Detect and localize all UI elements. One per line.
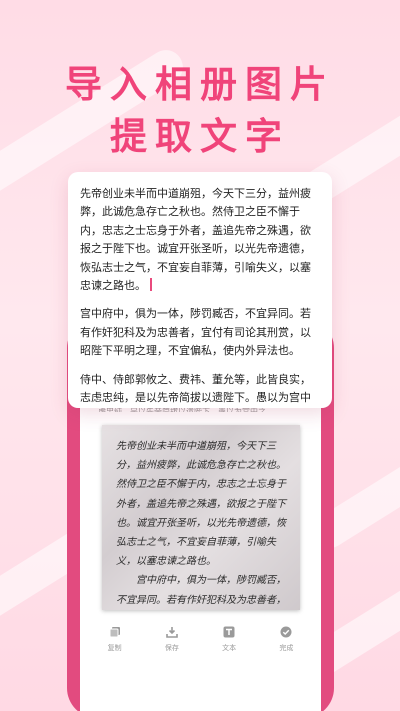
copy-icon — [108, 625, 122, 639]
text-icon — [222, 625, 236, 639]
done-button[interactable]: 完成 — [266, 625, 306, 653]
copy-label: 复制 — [107, 644, 122, 652]
result-paragraph: 先帝创业未半而中道崩殂，今天下三分，益州疲弊，此诚危急存亡之秋也。然侍卫之臣不懈… — [80, 187, 311, 293]
text-button[interactable]: 文本 — [209, 625, 249, 653]
copy-button[interactable]: 复制 — [95, 625, 135, 653]
photo-paragraph: 先帝创业未半而中道崩殂，今天下三分，益州疲弊，此诚危急存亡之秋也。然侍卫之臣不懈… — [116, 441, 286, 568]
text-label: 文本 — [222, 644, 237, 652]
headline-line-2: 提取文字 — [110, 115, 290, 158]
result-paragraph: 侍中、侍郎郭攸之、费祎、董允等，此皆良实，志虑忠纯，是以先帝简拔以遗陛下。愚以为… — [80, 372, 311, 405]
text-cursor — [150, 278, 152, 292]
extracted-text-card[interactable]: 先帝创业未半而中道崩殂，今天下三分，益州疲弊，此诚危急存亡之秋也。然侍卫之臣不懈… — [68, 172, 332, 408]
done-label: 完成 — [279, 644, 294, 652]
partial-text-strip: 虑忠纯，是以先帝简拔以遗陛下。愚以为宫中之 — [98, 408, 318, 412]
photo-paragraph: 宫中府中，俱为一体，陟罚臧否，不宜异同。若有作奸犯科及为忠善者，宜付有司论其刑赏… — [116, 575, 286, 606]
save-button[interactable]: 保存 — [152, 625, 192, 653]
result-paragraph: 宫中府中，俱为一体，陟罚臧否，不宜异同。若有作奸犯科及为忠善者，宜付有司论其刑赏… — [80, 307, 311, 358]
check-icon — [279, 625, 293, 639]
scanned-photo: 先帝创业未半而中道崩殂，今天下三分，益州疲弊，此诚危急存亡之秋也。然侍卫之臣不懈… — [102, 425, 300, 610]
download-icon — [165, 625, 179, 639]
bottom-toolbar: 复制 保存 文本 完成 — [80, 625, 321, 665]
save-label: 保存 — [164, 644, 179, 652]
headline-line-1: 导入相册图片 — [65, 63, 335, 106]
